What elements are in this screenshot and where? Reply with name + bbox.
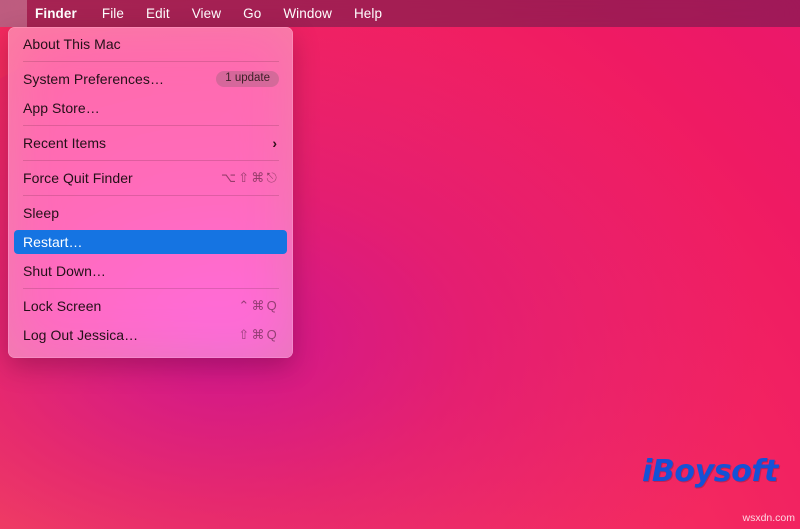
apple-menu-item-label: Shut Down… [23, 263, 283, 279]
menu-bar-item-help[interactable]: Help [343, 0, 393, 27]
menu-bar: Finder File Edit View Go Window Help [0, 0, 800, 27]
apple-menu-item-label: Sleep [23, 205, 283, 221]
apple-menu-item-label: Log Out Jessica… [23, 327, 238, 343]
menu-bar-item-label: Edit [146, 6, 170, 21]
apple-menu-item-label: Recent Items [23, 135, 272, 151]
menu-bar-item-finder[interactable]: Finder [27, 0, 91, 27]
apple-menu-item-label: Force Quit Finder [23, 170, 221, 186]
menu-bar-item-label: File [102, 6, 124, 21]
apple-menu-item[interactable]: Restart… [14, 230, 287, 254]
menu-bar-item-view[interactable]: View [181, 0, 232, 27]
iboysoft-watermark: iBoysoft [642, 454, 778, 489]
keyboard-shortcut: ⌥⇧⌘⎋ [221, 170, 283, 186]
menu-separator [23, 288, 279, 289]
apple-menu-item[interactable]: Force Quit Finder⌥⇧⌘⎋ [8, 166, 293, 190]
update-count-badge: 1 update [216, 71, 279, 87]
menu-bar-item-window[interactable]: Window [272, 0, 343, 27]
menu-bar-item-label: Window [283, 6, 332, 21]
menu-separator [23, 61, 279, 62]
menu-bar-item-label: Go [243, 6, 261, 21]
keyboard-shortcut: ⇧⌘Q [238, 327, 283, 343]
apple-menu-item-label: About This Mac [23, 36, 283, 52]
site-watermark: wsxdn.com [742, 512, 795, 524]
apple-menu-item[interactable]: Sleep [8, 201, 293, 225]
menu-separator [23, 195, 279, 196]
menu-bar-item-go[interactable]: Go [232, 0, 272, 27]
apple-menu-item-label: Lock Screen [23, 298, 238, 314]
apple-menu-item[interactable]: System Preferences…1 update [8, 67, 293, 91]
keyboard-shortcut: ⌃⌘Q [238, 298, 283, 314]
menu-row-gap [8, 347, 293, 352]
menu-bar-item-label: Help [354, 6, 382, 21]
menu-bar-item-edit[interactable]: Edit [135, 0, 181, 27]
menu-separator [23, 125, 279, 126]
apple-menu-item[interactable]: Log Out Jessica…⇧⌘Q [8, 323, 293, 347]
apple-menu-item[interactable]: Shut Down… [8, 259, 293, 283]
menu-bar-item-label: Finder [35, 6, 77, 21]
apple-menu-item[interactable]: Lock Screen⌃⌘Q [8, 294, 293, 318]
menu-bar-apple-menu[interactable] [0, 0, 27, 27]
chevron-right-icon: › [272, 136, 283, 150]
apple-dropdown-menu: About This Mac System Preferences…1 updat… [8, 27, 293, 358]
apple-menu-item[interactable]: About This Mac [8, 32, 293, 56]
menu-bar-item-label: View [192, 6, 221, 21]
menu-bar-item-file[interactable]: File [91, 0, 135, 27]
desktop-screen: Finder File Edit View Go Window Help Abo… [0, 0, 800, 529]
apple-menu-item-label: App Store… [23, 100, 283, 116]
menu-separator [23, 160, 279, 161]
apple-menu-item-label: System Preferences… [23, 71, 216, 87]
apple-menu-item[interactable]: App Store… [8, 96, 293, 120]
apple-menu-item-label: Restart… [23, 234, 277, 250]
apple-menu-item[interactable]: Recent Items› [8, 131, 293, 155]
